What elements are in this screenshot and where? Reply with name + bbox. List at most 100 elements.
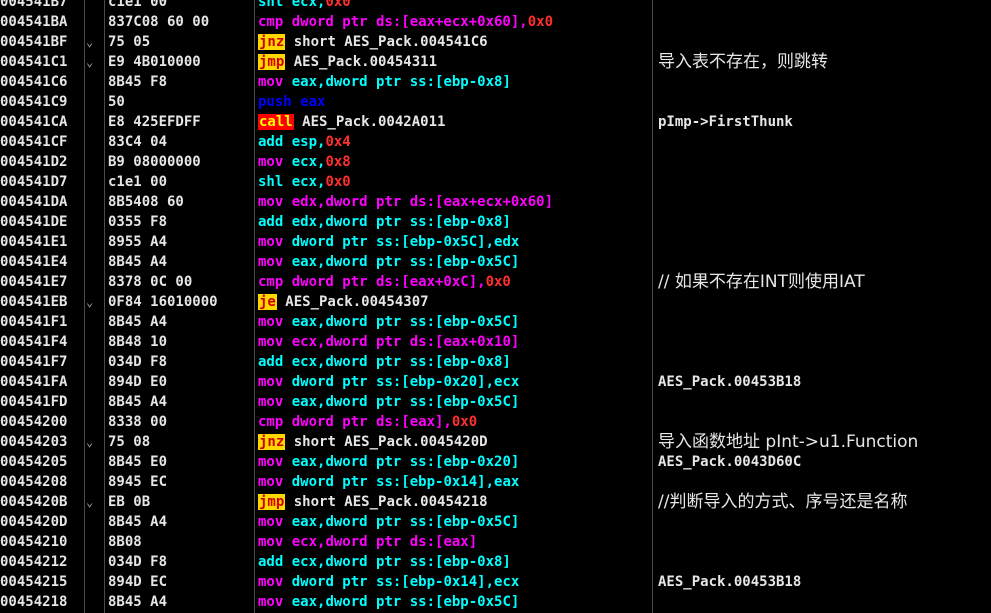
address-cell[interactable]: 00454218 [0, 592, 84, 612]
disassembly-cell[interactable]: jnz short AES_Pack.004541C6 [258, 32, 652, 52]
disasm-row[interactable]: 004541DA 8B5408 60 mov edx,dword ptr ds:[e… [0, 192, 991, 212]
column-divider[interactable] [254, 0, 255, 613]
hex-dump-cell[interactable]: 83C4 04 [108, 132, 254, 152]
disasm-row[interactable]: 0045420D 8B45 A4 mov eax,dword ptr ss:[ebp… [0, 512, 991, 532]
address-cell[interactable]: 004541FA [0, 372, 84, 392]
hex-dump-cell[interactable]: EB 0B [108, 492, 254, 512]
address-cell[interactable]: 004541DE [0, 212, 84, 232]
disassembly-cell[interactable]: call AES_Pack.0042A011 [258, 112, 652, 132]
address-cell[interactable]: 0045420D [0, 512, 84, 532]
hex-dump-cell[interactable]: 75 05 [108, 32, 254, 52]
comment-cell[interactable]: AES_Pack.0043D60C [658, 452, 988, 472]
address-cell[interactable]: 004541DA [0, 192, 84, 212]
disasm-row[interactable]: 004541F4 8B48 10 mov ecx,dword ptr ds:[eax… [0, 332, 991, 352]
address-cell[interactable]: 004541F1 [0, 312, 84, 332]
disasm-row[interactable]: 004541E1 8955 A4 mov dword ptr ss:[ebp-0x5… [0, 232, 991, 252]
disasm-row[interactable]: 004541FD 8B45 A4 mov eax,dword ptr ss:[ebp… [0, 392, 991, 412]
column-divider[interactable] [104, 0, 105, 613]
address-cell[interactable]: 00454208 [0, 472, 84, 492]
disassembly-cell[interactable]: shl ecx,0x0 [258, 172, 652, 192]
disasm-row[interactable]: 004541E7 8378 0C 00 cmp dword ptr ds:[eax+… [0, 272, 991, 292]
disassembly-cell[interactable]: push eax [258, 92, 652, 112]
disassembly-cell[interactable]: mov dword ptr ss:[ebp-0x20],ecx [258, 372, 652, 392]
address-cell[interactable]: 00454210 [0, 532, 84, 552]
address-cell[interactable]: 004541C6 [0, 72, 84, 92]
address-cell[interactable]: 004541E4 [0, 252, 84, 272]
address-cell[interactable]: 004541F4 [0, 332, 84, 352]
disassembly-view[interactable]: 004541B7 c1e1 00 shl ecx,0x0 004541BA 837C08… [0, 0, 991, 612]
hex-dump-cell[interactable]: c1e1 00 [108, 0, 254, 12]
column-divider[interactable] [84, 0, 85, 613]
disassembly-cell[interactable]: mov eax,dword ptr ss:[ebp-0x5C] [258, 512, 652, 532]
hex-dump-cell[interactable]: 75 08 [108, 432, 254, 452]
hex-dump-cell[interactable]: 50 [108, 92, 254, 112]
disasm-row[interactable]: 004541BA 837C08 60 00 cmp dword ptr ds:[ea… [0, 12, 991, 32]
hex-dump-cell[interactable]: E8 425EFDFF [108, 112, 254, 132]
address-cell[interactable]: 004541F7 [0, 352, 84, 372]
address-cell[interactable]: 004541E1 [0, 232, 84, 252]
hex-dump-cell[interactable]: 8B45 F8 [108, 72, 254, 92]
disassembly-cell[interactable]: cmp dword ptr ds:[eax],0x0 [258, 412, 652, 432]
hex-dump-cell[interactable]: 8B45 A4 [108, 252, 254, 272]
disassembly-cell[interactable]: mov dword ptr ss:[ebp-0x5C],edx [258, 232, 652, 252]
disassembly-cell[interactable]: mov eax,dword ptr ss:[ebp-0x5C] [258, 252, 652, 272]
disasm-row[interactable]: 004541D7 c1e1 00 shl ecx,0x0 [0, 172, 991, 192]
disasm-row[interactable]: 004541FA 894D E0 mov dword ptr ss:[ebp-0x2… [0, 372, 991, 392]
address-cell[interactable]: 004541E7 [0, 272, 84, 292]
address-cell[interactable]: 004541CF [0, 132, 84, 152]
disassembly-cell[interactable]: mov ecx,dword ptr ds:[eax+0x10] [258, 332, 652, 352]
comment-cell[interactable]: pImp->FirstThunk [658, 112, 988, 132]
disasm-row[interactable]: 00454218 8B45 A4 mov eax,dword ptr ss:[ebp… [0, 592, 991, 612]
disasm-row[interactable]: 004541D2 B9 08000000 mov ecx,0x8 [0, 152, 991, 172]
disasm-row[interactable]: 004541BF ⌄ 75 05 jnz short AES_Pack.004541C… [0, 32, 991, 52]
disasm-row[interactable]: 004541EB ⌄ 0F84 16010000 je AES_Pack.004543… [0, 292, 991, 312]
hex-dump-cell[interactable]: E9 4B010000 [108, 52, 254, 72]
disasm-row[interactable]: 004541C6 8B45 F8 mov eax,dword ptr ss:[ebp… [0, 72, 991, 92]
hex-dump-cell[interactable]: 894D EC [108, 572, 254, 592]
hex-dump-cell[interactable]: 8B5408 60 [108, 192, 254, 212]
address-cell[interactable]: 004541EB [0, 292, 84, 312]
address-cell[interactable]: 00454215 [0, 572, 84, 592]
hex-dump-cell[interactable]: c1e1 00 [108, 172, 254, 192]
address-cell[interactable]: 004541BF [0, 32, 84, 52]
address-cell[interactable]: 004541D2 [0, 152, 84, 172]
disasm-row[interactable]: 004541CF 83C4 04 add esp,0x4 [0, 132, 991, 152]
disasm-row[interactable]: 00454203 ⌄ 75 08 jnz short AES_Pack.0045420… [0, 432, 991, 452]
hex-dump-cell[interactable]: 894D E0 [108, 372, 254, 392]
address-cell[interactable]: 00454205 [0, 452, 84, 472]
comment-cell[interactable]: 导入表不存在，则跳转 [658, 52, 988, 72]
disasm-row[interactable]: 004541F1 8B45 A4 mov eax,dword ptr ss:[ebp… [0, 312, 991, 332]
disassembly-cell[interactable]: mov edx,dword ptr ds:[eax+ecx+0x60] [258, 192, 652, 212]
hex-dump-cell[interactable]: 8B45 A4 [108, 312, 254, 332]
disasm-row[interactable]: 004541C1 ⌄ E9 4B010000 jmp AES_Pack.0045431… [0, 52, 991, 72]
comment-cell[interactable]: 导入函数地址 pInt->u1.Function [658, 432, 988, 452]
comment-cell[interactable]: AES_Pack.00453B18 [658, 372, 988, 392]
address-cell[interactable]: 004541BA [0, 12, 84, 32]
hex-dump-cell[interactable]: 837C08 60 00 [108, 12, 254, 32]
disassembly-cell[interactable]: add ecx,dword ptr ss:[ebp-0x8] [258, 352, 652, 372]
address-cell[interactable]: 00454203 [0, 432, 84, 452]
disasm-row[interactable]: 00454212 034D F8 add ecx,dword ptr ss:[ebp… [0, 552, 991, 572]
address-cell[interactable]: 004541B7 [0, 0, 84, 12]
address-cell[interactable]: 00454200 [0, 412, 84, 432]
column-divider[interactable] [652, 0, 653, 613]
hex-dump-cell[interactable]: 8B48 10 [108, 332, 254, 352]
disassembly-cell[interactable]: mov eax,dword ptr ss:[ebp-0x8] [258, 72, 652, 92]
hex-dump-cell[interactable]: 034D F8 [108, 552, 254, 572]
disassembly-cell[interactable]: mov eax,dword ptr ss:[ebp-0x5C] [258, 592, 652, 612]
disassembly-cell[interactable]: jnz short AES_Pack.0045420D [258, 432, 652, 452]
disasm-row[interactable]: 00454200 8338 00 cmp dword ptr ds:[eax],0x… [0, 412, 991, 432]
disasm-row[interactable]: 00454210 8B08 mov ecx,dword ptr ds:[eax] [0, 532, 991, 552]
disasm-row[interactable]: 004541E4 8B45 A4 mov eax,dword ptr ss:[ebp… [0, 252, 991, 272]
disassembly-cell[interactable]: add esp,0x4 [258, 132, 652, 152]
address-cell[interactable]: 004541FD [0, 392, 84, 412]
address-cell[interactable]: 004541C1 [0, 52, 84, 72]
hex-dump-cell[interactable]: 8955 A4 [108, 232, 254, 252]
disasm-row[interactable]: 00454215 894D EC mov dword ptr ss:[ebp-0x1… [0, 572, 991, 592]
disassembly-cell[interactable]: add edx,dword ptr ss:[ebp-0x8] [258, 212, 652, 232]
disasm-row[interactable]: 004541C9 50 push eax [0, 92, 991, 112]
hex-dump-cell[interactable]: 8378 0C 00 [108, 272, 254, 292]
disassembly-cell[interactable]: je AES_Pack.00454307 [258, 292, 652, 312]
disassembly-cell[interactable]: mov dword ptr ss:[ebp-0x14],ecx [258, 572, 652, 592]
disassembly-cell[interactable]: jmp short AES_Pack.00454218 [258, 492, 652, 512]
